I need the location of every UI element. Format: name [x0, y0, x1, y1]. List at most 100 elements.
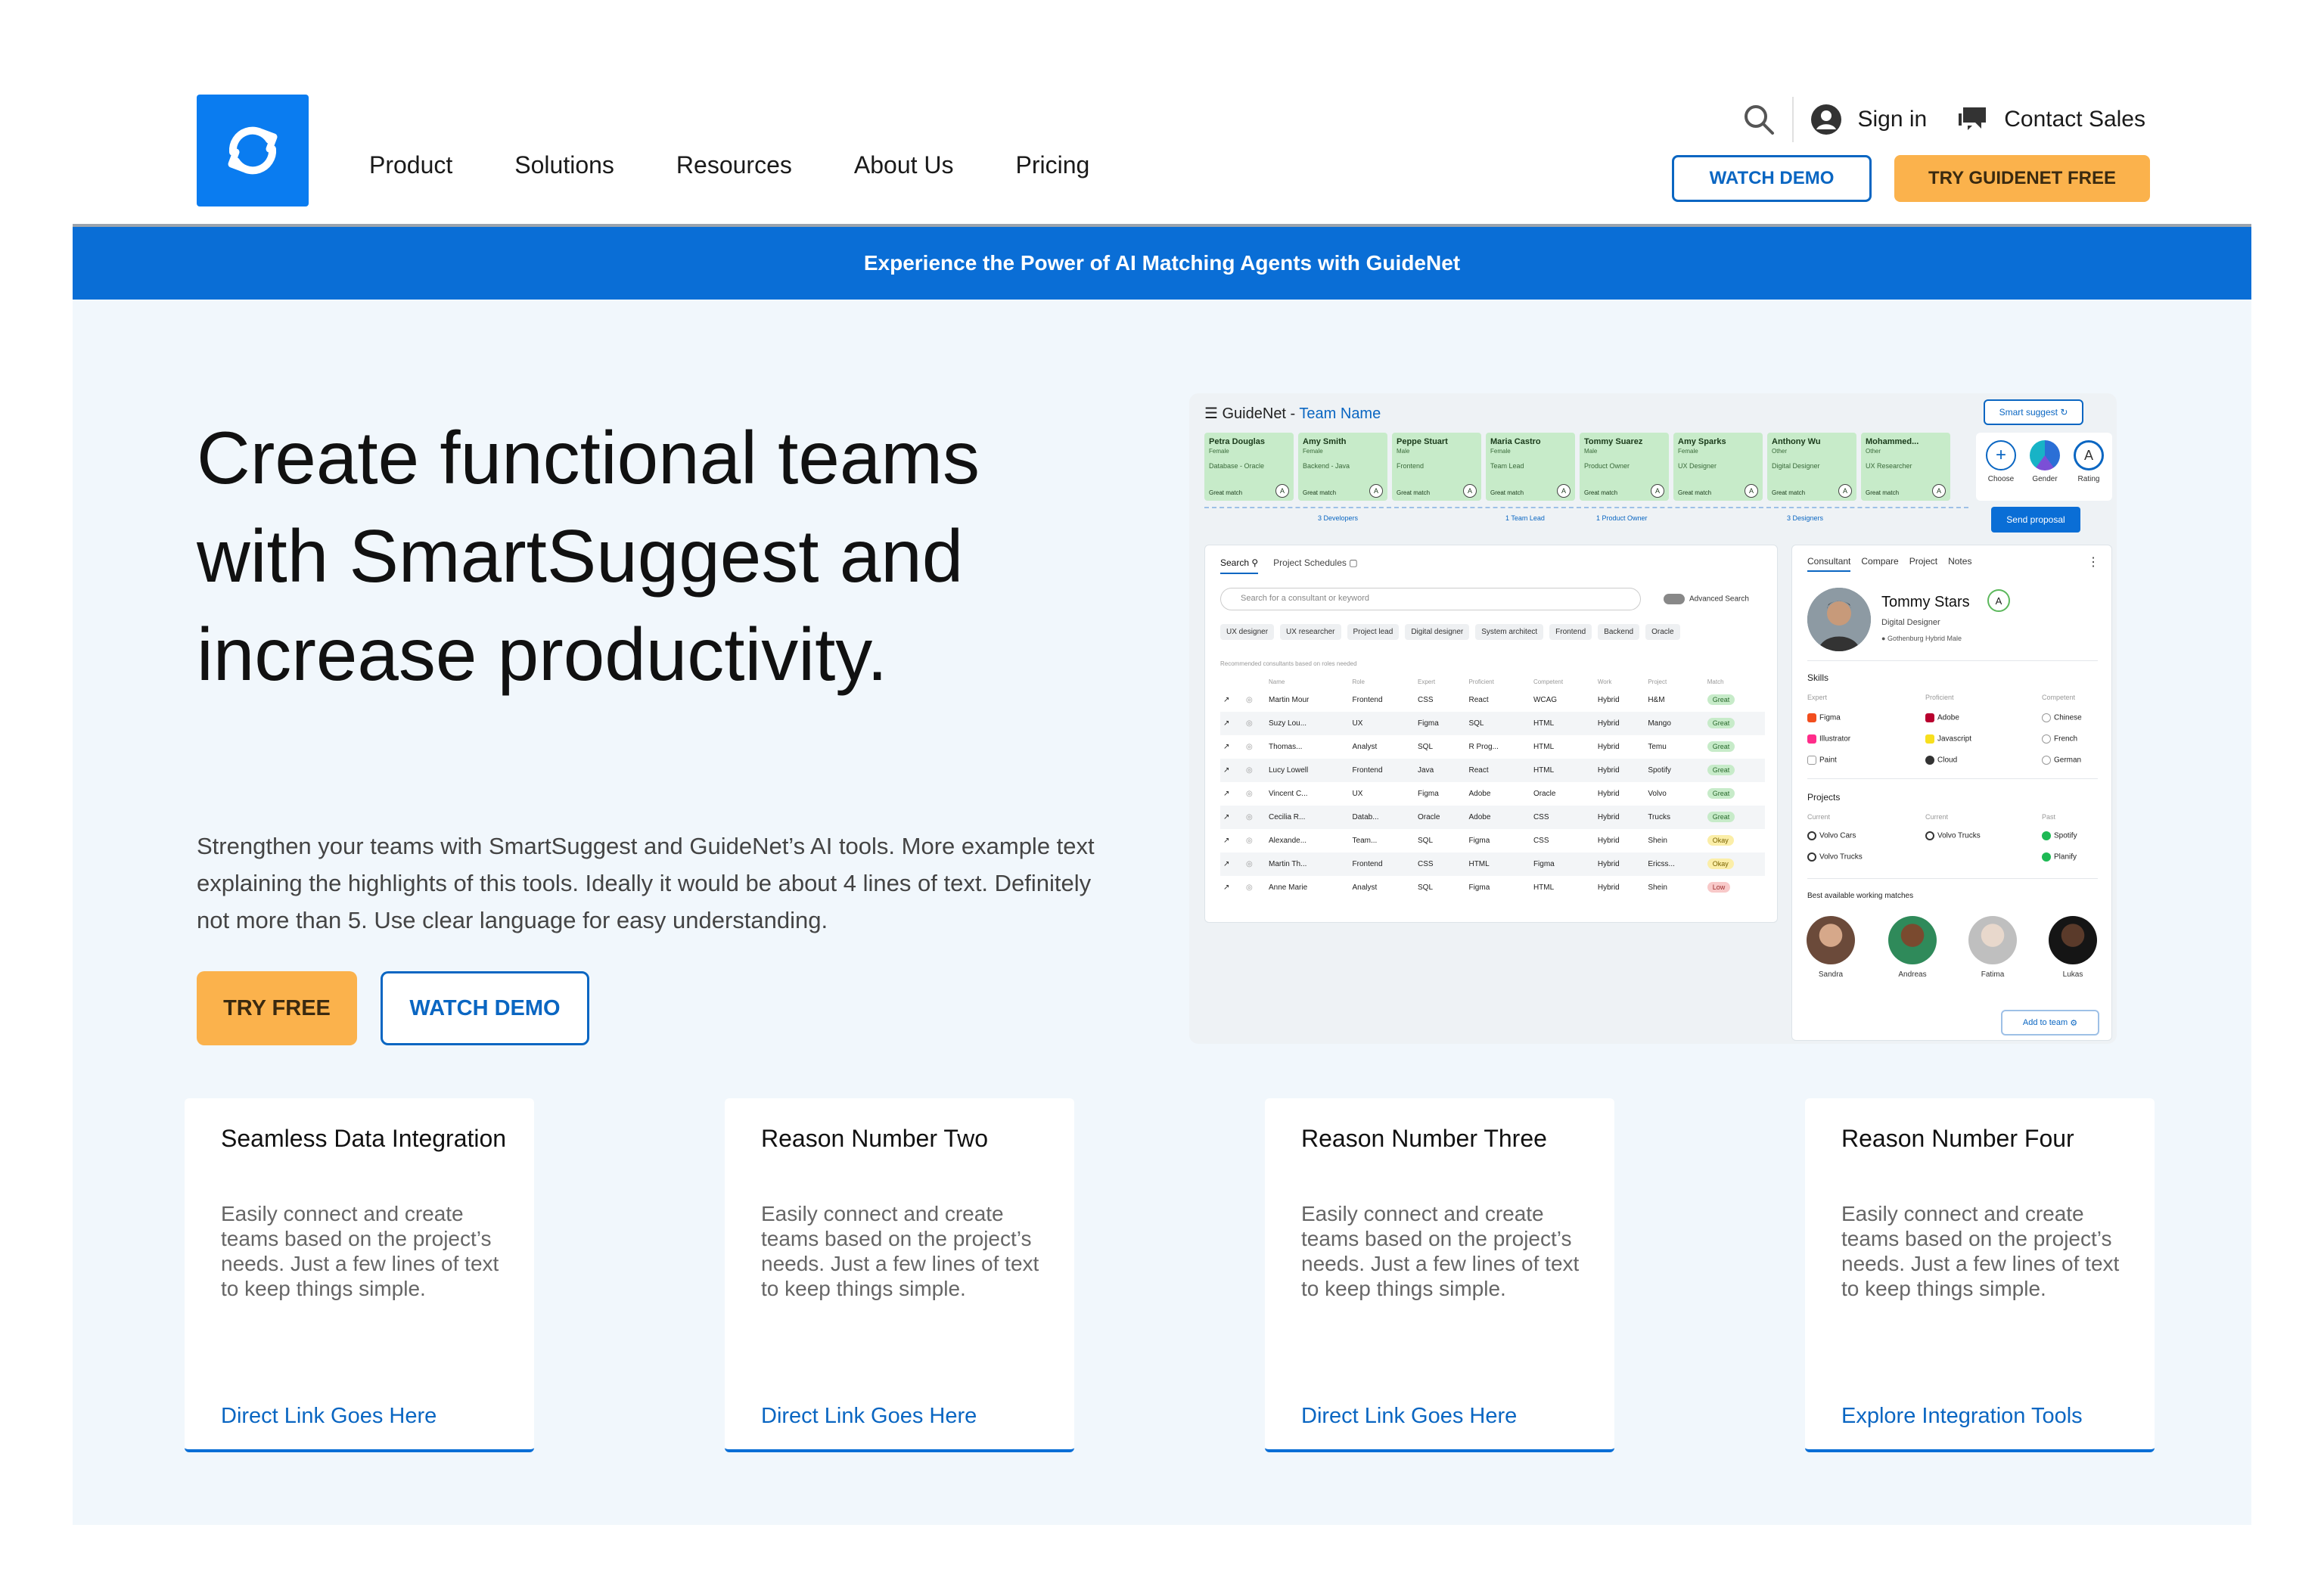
tab-consultant[interactable]: Consultant [1807, 556, 1851, 572]
reason-link[interactable]: Direct Link Goes Here [1301, 1404, 1517, 1429]
try-free-button[interactable]: TRY FREE [197, 971, 357, 1045]
table-row[interactable]: ↗ ◎ Anne Marie Analyst SQL Figma HTML Hybrid She… [1220, 876, 1765, 899]
view-icon[interactable]: ◎ [1243, 852, 1266, 876]
reason-link[interactable]: Direct Link Goes Here [761, 1404, 977, 1429]
pin-icon[interactable]: ↗ [1220, 829, 1243, 852]
view-icon[interactable]: ◎ [1243, 829, 1266, 852]
match-person[interactable]: Andreas [1886, 916, 1939, 979]
nav-product[interactable]: Product [369, 151, 452, 179]
advanced-search-toggle[interactable]: Advanced Search [1664, 594, 1749, 604]
reason-link[interactable]: Explore Integration Tools [1841, 1404, 2083, 1429]
view-icon[interactable]: ◎ [1243, 806, 1266, 829]
table-row[interactable]: ↗ ◎ Martin Mour Frontend CSS React WCAG Hybrid H… [1220, 688, 1765, 712]
view-icon[interactable]: ◎ [1243, 876, 1266, 899]
tab-project[interactable]: Project [1909, 556, 1937, 572]
watch-demo-button[interactable]: WATCH DEMO [381, 971, 589, 1045]
reason-title: Reason Number Three [1301, 1125, 1547, 1152]
nav-about-us[interactable]: About Us [854, 151, 954, 179]
chip[interactable]: Oracle [1645, 624, 1680, 640]
member-gender: Female [1490, 448, 1511, 455]
tab-compare[interactable]: Compare [1861, 556, 1898, 572]
pin-icon[interactable]: ↗ [1220, 806, 1243, 829]
member-card[interactable]: Tommy Suarez Male Product Owner Great ma… [1580, 433, 1669, 501]
pin-icon[interactable]: ↗ [1220, 852, 1243, 876]
member-card[interactable]: Petra Douglas Female Database - Oracle G… [1204, 433, 1294, 501]
pin-icon[interactable]: ↗ [1220, 759, 1243, 782]
gender-tool[interactable]: Gender [2026, 440, 2064, 483]
pin-icon[interactable]: ↗ [1220, 712, 1243, 735]
col-proficient[interactable]: Proficient [1465, 675, 1530, 688]
col-match[interactable]: Match [1704, 675, 1765, 688]
choose-tool[interactable]: + Choose [1982, 440, 2020, 483]
table-row[interactable]: ↗ ◎ Suzy Lou... UX Figma SQL HTML Hybrid Mango Gr… [1220, 712, 1765, 735]
chat-icon[interactable] [1956, 104, 1989, 135]
view-icon[interactable]: ◎ [1243, 735, 1266, 759]
member-card[interactable]: Amy Sparks Female UX Designer Great matc… [1673, 433, 1763, 501]
tab-notes[interactable]: Notes [1948, 556, 1971, 572]
view-icon[interactable]: ◎ [1243, 688, 1266, 712]
chip[interactable]: UX researcher [1280, 624, 1341, 640]
table-row[interactable]: ↗ ◎ Lucy Lowell Frontend Java React HTML Hybrid… [1220, 759, 1765, 782]
member-card[interactable]: Anthony Wu Other Digital Designer Great … [1767, 433, 1856, 501]
smart-suggest-button[interactable]: Smart suggest ↻ [1984, 399, 2083, 425]
match-person[interactable]: Fatima [1966, 916, 2019, 979]
member-card[interactable]: Peppe Stuart Male Frontend Great match A [1392, 433, 1481, 501]
match-person[interactable]: Sandra [1804, 916, 1857, 979]
contact-sales-link[interactable]: Contact Sales [2004, 107, 2145, 132]
smart-suggest-label: Smart suggest [1999, 407, 2058, 418]
table-cell: Cecilia R... [1266, 806, 1350, 829]
member-card[interactable]: Amy Smith Female Backend - Java Great ma… [1298, 433, 1387, 501]
chip[interactable]: Backend [1598, 624, 1640, 640]
chip[interactable]: Digital designer [1405, 624, 1470, 640]
member-gender: Other [1772, 448, 1788, 455]
col-role[interactable]: Role [1350, 675, 1415, 688]
view-icon[interactable]: ◎ [1243, 782, 1266, 806]
pin-icon[interactable]: ↗ [1220, 876, 1243, 899]
table-cell: HTML [1533, 883, 1555, 892]
col-expert[interactable]: Expert [1415, 675, 1465, 688]
watch-demo-header-button[interactable]: WATCH DEMO [1672, 155, 1872, 202]
reason-card: Seamless Data Integration Easily connect… [185, 1098, 534, 1452]
match-person[interactable]: Lukas [2046, 916, 2099, 979]
rating-tool[interactable]: A Rating [2070, 440, 2108, 483]
chip[interactable]: System architect [1475, 624, 1544, 640]
table-row[interactable]: ↗ ◎ Thomas... Analyst SQL R Prog... HTML Hybrid… [1220, 735, 1765, 759]
col-project[interactable]: Project [1645, 675, 1704, 688]
team-name: Team Name [1299, 405, 1381, 422]
try-guidenet-free-button[interactable]: TRY GUIDENET FREE [1894, 155, 2150, 202]
tab-search[interactable]: Search ⚲ [1220, 557, 1259, 574]
more-options-icon[interactable]: ⋮ [2087, 554, 2099, 570]
table-row[interactable]: ↗ ◎ Martin Th... Frontend CSS HTML Figma Hybrid… [1220, 852, 1765, 876]
toggle-switch[interactable] [1664, 594, 1685, 604]
col-work[interactable]: Work [1595, 675, 1645, 688]
member-card[interactable]: Maria Castro Female Team Lead Great matc… [1486, 433, 1575, 501]
match-name: Fatima [1981, 970, 2005, 979]
user-icon[interactable] [1810, 104, 1842, 135]
view-icon[interactable]: ◎ [1243, 712, 1266, 735]
chip[interactable]: UX designer [1220, 624, 1275, 640]
send-proposal-button[interactable]: Send proposal [1991, 507, 2080, 533]
add-to-team-button[interactable]: Add to team ⚙ [2001, 1010, 2099, 1036]
tab-project-schedules[interactable]: Project Schedules ▢ [1273, 557, 1357, 574]
sign-in-link[interactable]: Sign in [1857, 107, 1927, 132]
nav-pricing[interactable]: Pricing [1016, 151, 1090, 179]
nav-resources[interactable]: Resources [676, 151, 792, 179]
guidenet-logo[interactable] [197, 95, 309, 206]
chip[interactable]: Frontend [1549, 624, 1592, 640]
table-row[interactable]: ↗ ◎ Cecilia R... Datab... Oracle Adobe CSS Hybr… [1220, 806, 1765, 829]
consultant-search-input[interactable]: Search for a consultant or keyword [1220, 588, 1641, 610]
nav-solutions[interactable]: Solutions [514, 151, 614, 179]
search-icon[interactable] [1742, 103, 1776, 136]
member-card[interactable]: Mohammed... Other UX Researcher Great ma… [1861, 433, 1950, 501]
table-row[interactable]: ↗ ◎ Alexande... Team... SQL Figma CSS Hybrid She… [1220, 829, 1765, 852]
pin-icon[interactable]: ↗ [1220, 782, 1243, 806]
promo-banner[interactable]: Experience the Power of AI Matching Agen… [73, 227, 2251, 300]
reason-link[interactable]: Direct Link Goes Here [221, 1404, 437, 1429]
col-competent[interactable]: Competent [1530, 675, 1595, 688]
col-name[interactable]: Name [1266, 675, 1350, 688]
view-icon[interactable]: ◎ [1243, 759, 1266, 782]
table-row[interactable]: ↗ ◎ Vincent C... UX Figma Adobe Oracle Hybrid Vo… [1220, 782, 1765, 806]
pin-icon[interactable]: ↗ [1220, 735, 1243, 759]
pin-icon[interactable]: ↗ [1220, 688, 1243, 712]
chip[interactable]: Project lead [1347, 624, 1400, 640]
